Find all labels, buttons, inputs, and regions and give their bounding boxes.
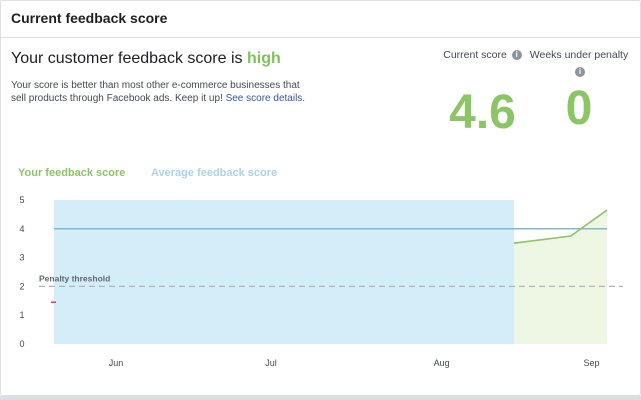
x-tick-label: Sep <box>583 358 599 368</box>
headline-text: Your customer feedback score is <box>11 50 247 67</box>
bottom-scrollbar <box>0 396 641 400</box>
x-tick-label: Jul <box>265 358 277 368</box>
x-tick-label: Aug <box>434 358 450 368</box>
y-tick-label: 5 <box>19 195 24 205</box>
weeks-under-penalty-value: 0 <box>565 82 593 135</box>
info-icon[interactable]: i <box>575 67 585 77</box>
score-details-link[interactable]: See score details. <box>226 93 306 104</box>
x-tick-label: Jun <box>109 358 124 368</box>
weeks-under-penalty-label: Weeks under penalty <box>529 49 629 61</box>
current-score-label: Current score <box>443 49 507 61</box>
legend-your-feedback-score[interactable]: Your feedback score <box>18 167 125 179</box>
y-tick-label: 1 <box>19 310 24 320</box>
y-tick-label: 2 <box>19 281 24 291</box>
score-level: high <box>246 50 281 67</box>
feedback-score-card: Current feedback score Your customer fee… <box>0 0 641 396</box>
card-title: Current feedback score <box>1 1 640 38</box>
weeks-under-penalty-metric: Weeks under penalty i 0 <box>504 49 641 133</box>
score-description: Your score is better than most other e-c… <box>11 79 311 105</box>
score-headline: Your customer feedback score is high <box>11 50 281 68</box>
highlight-band <box>54 200 514 344</box>
legend-average-feedback-score[interactable]: Average feedback score <box>151 167 277 179</box>
y-tick-label: 3 <box>19 253 24 263</box>
y-tick-label: 4 <box>19 224 24 234</box>
your-score-area <box>513 210 607 344</box>
feedback-score-chart: Penalty threshold 5 4 3 2 1 0 Jun Jul Aug Sep <box>19 195 623 368</box>
y-tick-label: 0 <box>19 339 24 349</box>
penalty-threshold-label: Penalty threshold <box>39 273 110 283</box>
